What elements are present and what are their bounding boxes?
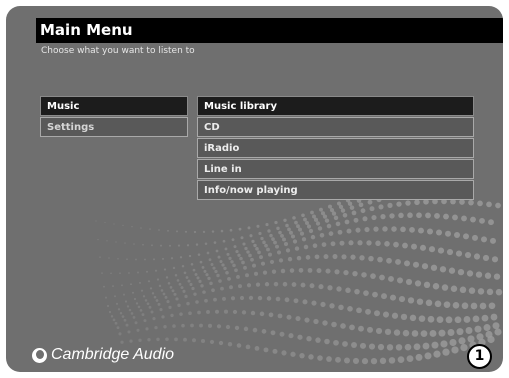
brand-logo: Cambridge Audio xyxy=(32,346,174,364)
page-title: Main Menu xyxy=(36,18,503,43)
device-screen: Main Menu Choose what you want to listen… xyxy=(6,6,503,372)
left-menu-item-music[interactable]: Music xyxy=(40,96,188,116)
brand-logo-text: Cambridge Audio xyxy=(51,346,175,363)
number-badge: 1 xyxy=(467,344,492,369)
menu-item-line-in[interactable]: Line in xyxy=(197,159,474,179)
cambridge-audio-logo-icon xyxy=(32,347,47,363)
menu-item-iradio[interactable]: iRadio xyxy=(197,138,474,158)
page-subtitle: Choose what you want to listen to xyxy=(41,46,195,56)
left-menu-item-settings[interactable]: Settings xyxy=(40,117,188,137)
menu-item-info-now-playing[interactable]: Info/now playing xyxy=(197,180,474,200)
menu-item-music-library[interactable]: Music library xyxy=(197,96,474,116)
menu-item-cd[interactable]: CD xyxy=(197,117,474,137)
